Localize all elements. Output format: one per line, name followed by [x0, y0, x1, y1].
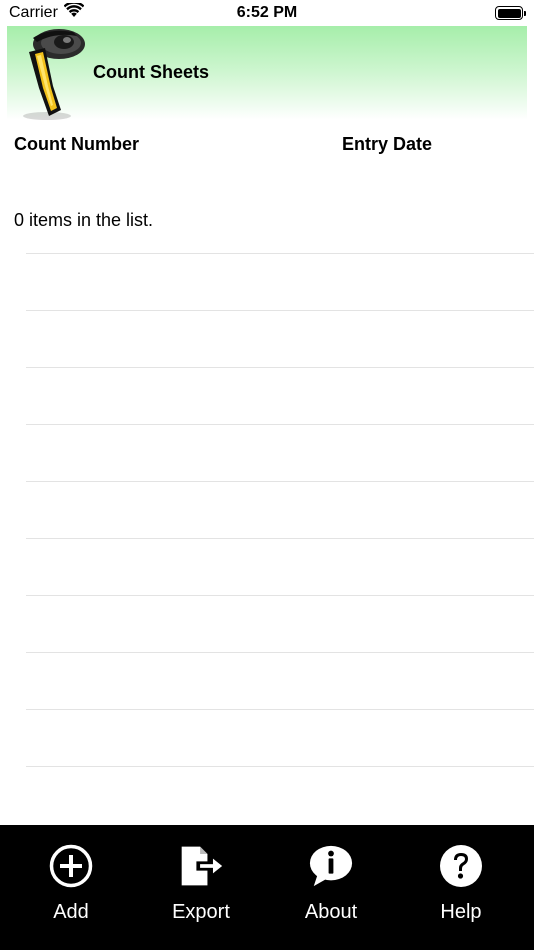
tab-about[interactable]: About: [266, 825, 396, 950]
column-header-count-number[interactable]: Count Number: [14, 134, 139, 155]
tab-about-label: About: [304, 901, 358, 923]
header-banner: Count Sheets: [7, 26, 527, 120]
page-title: Count Sheets: [93, 62, 210, 82]
tab-help[interactable]: Help: [396, 825, 526, 950]
list-item[interactable]: [26, 652, 534, 709]
count-sheet-list[interactable]: [26, 253, 534, 823]
barcode-scanner-icon: [7, 26, 87, 120]
status-bar: Carrier 6:52 PM: [0, 0, 534, 26]
tab-help-label: Help: [440, 901, 482, 923]
plus-circle-icon: [48, 843, 94, 889]
list-item[interactable]: [26, 367, 534, 424]
screen: Carrier 6:52 PM Count Sheets Count Numbe…: [0, 0, 534, 950]
list-item[interactable]: [26, 766, 534, 823]
list-item[interactable]: [26, 253, 534, 310]
list-item[interactable]: [26, 595, 534, 652]
list-summary: 0 items in the list.: [14, 210, 154, 230]
status-time: 6:52 PM: [236, 4, 298, 21]
help-icon: [438, 843, 484, 889]
list-item[interactable]: [26, 538, 534, 595]
bottom-tab-bar: Add Export About Help: [0, 825, 534, 950]
list-item[interactable]: [26, 310, 534, 367]
list-item[interactable]: [26, 424, 534, 481]
tab-add[interactable]: Add: [6, 825, 136, 950]
list-item[interactable]: [26, 709, 534, 766]
info-bubble-icon: [308, 843, 354, 889]
list-item[interactable]: [26, 481, 534, 538]
tab-export-label: Export: [172, 901, 230, 923]
tab-export[interactable]: Export: [136, 825, 266, 950]
column-header-entry-date[interactable]: Entry Date: [342, 134, 432, 155]
export-icon: [178, 843, 224, 889]
tab-add-label: Add: [53, 901, 89, 923]
